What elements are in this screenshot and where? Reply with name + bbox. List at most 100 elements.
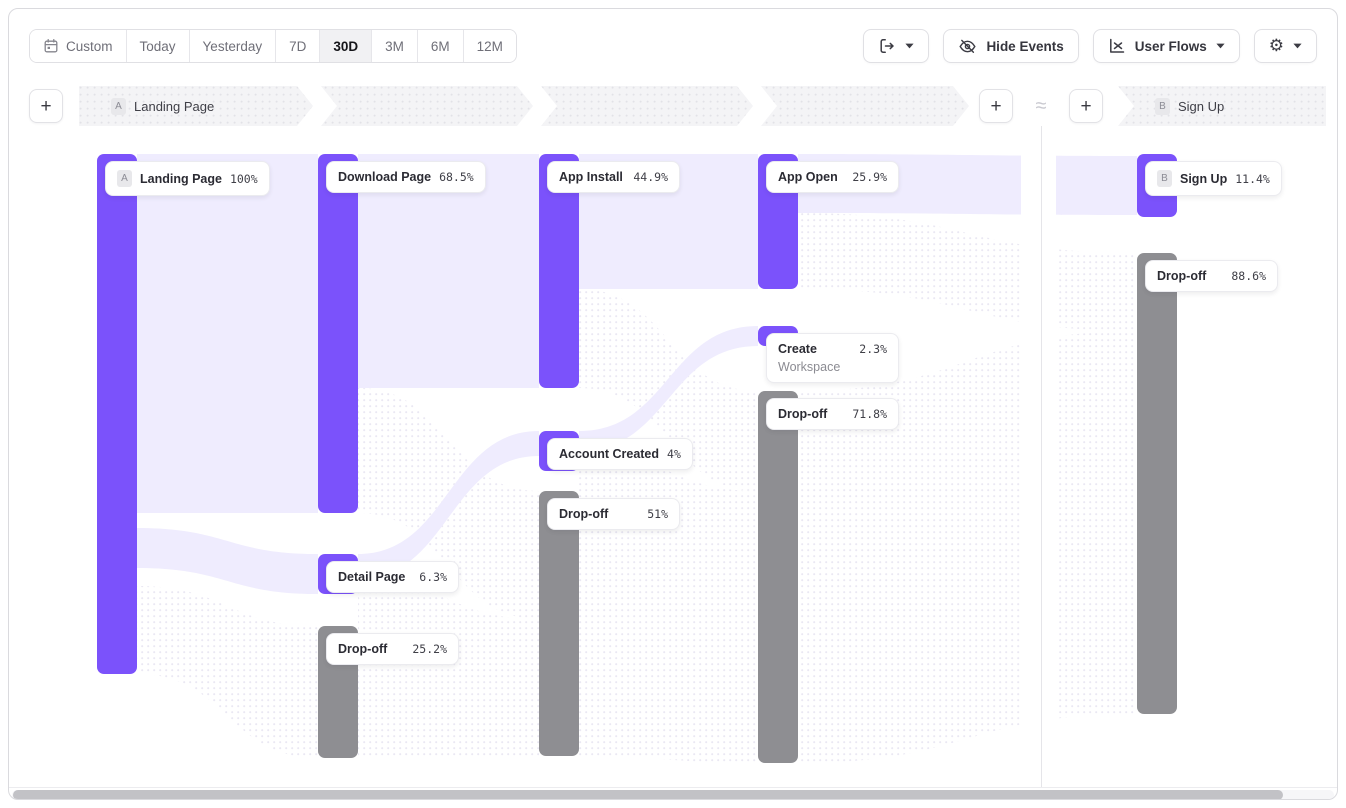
date-range-label: 3M [385, 39, 404, 54]
approx-divider-symbol: ≈ [1028, 86, 1054, 126]
date-range-3m[interactable]: 3M [371, 30, 417, 62]
node-percent: 71.8% [852, 407, 887, 421]
add-step-start-button[interactable]: + [29, 89, 63, 123]
export-button[interactable] [863, 29, 929, 63]
node-card-open[interactable]: App Open25.9% [766, 161, 899, 193]
export-icon [878, 37, 896, 55]
eye-off-icon [958, 37, 977, 56]
node-card-signup[interactable]: BSign Up11.4% [1145, 161, 1282, 196]
node-card-landing[interactable]: ALanding Page100% [105, 161, 270, 196]
node-label: Create [778, 342, 817, 356]
step-badge-a: A [111, 98, 126, 115]
node-percent: 100% [230, 172, 258, 186]
flow-dropoff-landing-to-dropoff-2 [137, 586, 318, 758]
flow-chart-icon [1108, 37, 1126, 55]
date-range-custom[interactable]: Custom [30, 30, 126, 62]
view-mode-label: User Flows [1135, 39, 1207, 54]
flow-landing-to-detail [137, 528, 318, 594]
settings-button[interactable]: ⚙ [1254, 29, 1317, 63]
chevron-down-icon [1293, 43, 1302, 49]
node-label: Drop-off [559, 507, 608, 521]
flow-dropoff-dropoff-4-to-dropoff-5 [798, 331, 1137, 763]
date-range-7d[interactable]: 7D [275, 30, 319, 62]
node-card-install[interactable]: App Install 44.9% [547, 161, 680, 193]
node-bar-download[interactable] [318, 154, 358, 513]
node-bar-dropoff-5[interactable] [1137, 253, 1177, 714]
view-mode-button[interactable]: User Flows [1093, 29, 1240, 63]
node-card-row: Create2.3% [778, 342, 887, 356]
date-range-label: Today [140, 39, 176, 54]
gear-icon: ⚙ [1269, 38, 1284, 55]
node-percent: 25.2% [412, 642, 447, 656]
node-card-row: Detail Page 6.3% [338, 570, 447, 584]
node-card-dropoff-3[interactable]: Drop-off 51% [547, 498, 680, 530]
node-card-row: Account Created 4% [559, 447, 681, 461]
toolbar: Custom Today Yesterday 7D 30D 3M 6M 12M Hide Ev… [29, 29, 1317, 63]
node-label: Detail Page [338, 570, 405, 584]
add-step-end-button[interactable]: + [979, 89, 1013, 123]
node-percent: 68.5% [439, 170, 474, 184]
node-card-download[interactable]: Download Page68.5% [326, 161, 486, 193]
node-card-row: Drop-off 51% [559, 507, 668, 521]
date-range-today[interactable]: Today [126, 30, 189, 62]
add-step-before-b-button[interactable]: + [1069, 89, 1103, 123]
node-percent: 11.4% [1235, 172, 1270, 186]
date-range-yesterday[interactable]: Yesterday [189, 30, 276, 62]
calendar-icon [43, 38, 59, 54]
node-card-dropoff-2[interactable]: Drop-off25.2% [326, 633, 459, 665]
node-percent: 88.6% [1231, 269, 1266, 283]
date-range-30d[interactable]: 30D [319, 30, 371, 62]
step-a-label: Landing Page [134, 99, 214, 114]
step-b-label: Sign Up [1178, 99, 1224, 114]
node-label: Landing Page [140, 172, 222, 186]
horizontal-scrollbar[interactable] [12, 790, 1334, 800]
node-card-row: BSign Up11.4% [1157, 170, 1270, 187]
hide-events-label: Hide Events [986, 39, 1063, 54]
node-card-row: Download Page68.5% [338, 170, 474, 184]
bottom-border [9, 787, 1337, 788]
node-label: App Open [778, 170, 838, 184]
node-bar-dropoff-4[interactable] [758, 391, 798, 763]
node-percent: 6.3% [419, 570, 447, 584]
node-percent: 44.9% [633, 170, 668, 184]
node-card-detail[interactable]: Detail Page 6.3% [326, 561, 459, 593]
hide-events-button[interactable]: Hide Events [943, 29, 1078, 63]
node-card-row: Drop-off88.6% [1157, 269, 1266, 283]
node-percent: 51% [647, 507, 668, 521]
date-range-label: Yesterday [203, 39, 263, 54]
chevron-down-icon [905, 43, 914, 49]
date-range-label: 12M [477, 39, 503, 54]
node-label: Drop-off [778, 407, 827, 421]
step-badge-b: B [1155, 98, 1170, 115]
node-card-row: Drop-off 71.8% [778, 407, 887, 421]
node-bar-dropoff-3[interactable] [539, 491, 579, 756]
node-card-row: App Open25.9% [778, 170, 887, 184]
node-card-row: App Install 44.9% [559, 170, 668, 184]
toolbar-actions: Hide Events User Flows ⚙ [863, 29, 1317, 63]
node-bar-landing[interactable] [97, 154, 137, 674]
flow-landing-to-download [137, 154, 318, 513]
date-range-label: 30D [333, 39, 358, 54]
node-label: App Install [559, 170, 623, 184]
date-range-label: 6M [431, 39, 450, 54]
date-range-6m[interactable]: 6M [417, 30, 463, 62]
step-a-header: A Landing Page [111, 86, 214, 126]
node-card-account[interactable]: Account Created 4% [547, 438, 693, 470]
node-label: Account Created [559, 447, 659, 461]
sankey-chart [9, 9, 1338, 799]
date-range-label: Custom [66, 39, 113, 54]
scrollbar-thumb[interactable] [13, 790, 1283, 800]
section-gap [1021, 126, 1056, 787]
step-b-header: B Sign Up [1155, 86, 1224, 126]
node-card-dropoff-5[interactable]: Drop-off88.6% [1145, 260, 1278, 292]
node-percent: 4% [667, 447, 681, 461]
date-range-12m[interactable]: 12M [463, 30, 516, 62]
chevron-down-icon [1216, 43, 1225, 49]
node-card-row: Drop-off25.2% [338, 642, 447, 656]
node-card-create[interactable]: Create2.3%Workspace [766, 333, 899, 383]
node-card-dropoff-4[interactable]: Drop-off 71.8% [766, 398, 899, 430]
date-range-control: Custom Today Yesterday 7D 30D 3M 6M 12M [29, 29, 517, 63]
user-flows-panel: Custom Today Yesterday 7D 30D 3M 6M 12M Hide Ev… [8, 8, 1338, 800]
node-label: Sign Up [1180, 172, 1227, 186]
date-range-label: 7D [289, 39, 306, 54]
